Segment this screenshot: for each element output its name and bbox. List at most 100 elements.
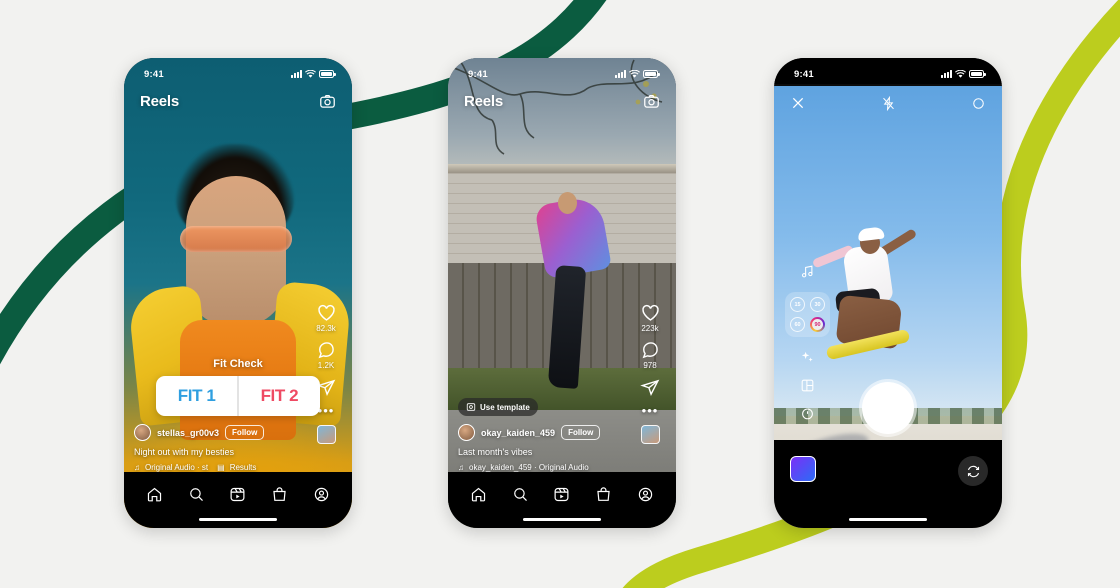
user-avatar[interactable] bbox=[458, 424, 475, 441]
page-title: Reels bbox=[140, 92, 180, 110]
battery-icon bbox=[969, 70, 986, 78]
music-note-icon: ♫ bbox=[134, 463, 140, 472]
shop-icon[interactable] bbox=[595, 486, 612, 503]
follow-button[interactable]: Follow bbox=[225, 425, 265, 440]
wifi-icon bbox=[629, 69, 640, 78]
audio-label: okay_kaiden_459 · Original Audio bbox=[469, 463, 589, 472]
search-icon[interactable] bbox=[188, 486, 205, 503]
duration-90-label: 90 bbox=[811, 318, 824, 331]
audio-thumbnail[interactable] bbox=[316, 425, 336, 444]
status-time: 9:41 bbox=[468, 68, 488, 80]
status-indicators bbox=[941, 69, 986, 79]
close-x-icon[interactable] bbox=[790, 95, 806, 111]
camera-icon[interactable] bbox=[319, 93, 336, 110]
comment-count: 1.2K bbox=[317, 361, 335, 370]
camera-tools: 15 30 60 90 bbox=[785, 264, 830, 421]
audio-thumbnail[interactable] bbox=[640, 425, 660, 444]
caption-text: Night out with my besties bbox=[134, 447, 235, 457]
status-indicators bbox=[291, 69, 336, 79]
heart-icon bbox=[317, 304, 335, 321]
phone1-screen: 9:41 Reels Fit Check FIT 1 FIT 2 82.3k 1… bbox=[124, 58, 352, 528]
audio-row[interactable]: ♫ okay_kaiden_459 · Original Audio bbox=[458, 463, 666, 472]
phone-reels-template: 9:41 Reels 223k 978 ••• Use template oka… bbox=[448, 58, 676, 528]
caption-text: Last month's vibes bbox=[458, 447, 533, 457]
duration-30[interactable]: 30 bbox=[810, 297, 825, 312]
results-label[interactable]: Results bbox=[230, 463, 257, 472]
poll-title: Fit Check bbox=[213, 358, 263, 370]
flip-camera-icon bbox=[967, 465, 979, 477]
settings-circle-icon[interactable] bbox=[971, 96, 986, 111]
duration-15[interactable]: 15 bbox=[790, 297, 805, 312]
more-dots-icon[interactable]: ••• bbox=[318, 404, 335, 417]
share-paperplane-icon bbox=[640, 379, 660, 396]
flip-camera-button[interactable] bbox=[958, 456, 988, 486]
more-dots-icon[interactable]: ••• bbox=[642, 404, 659, 417]
wifi-icon bbox=[305, 69, 316, 78]
home-icon[interactable] bbox=[470, 486, 487, 503]
results-icon: ▤ bbox=[217, 463, 225, 472]
reels-icon[interactable] bbox=[553, 486, 570, 503]
profile-icon[interactable] bbox=[313, 486, 330, 503]
screenshot-stage: 9:41 Reels Fit Check FIT 1 FIT 2 82.3k 1… bbox=[0, 0, 1120, 588]
status-bar: 9:41 bbox=[448, 58, 676, 84]
username[interactable]: stellas_gr00v3 bbox=[157, 428, 219, 438]
reels-header: Reels bbox=[124, 84, 352, 118]
skater-cap bbox=[857, 226, 885, 242]
shop-icon[interactable] bbox=[271, 486, 288, 503]
like-action[interactable]: 223k bbox=[640, 302, 661, 333]
cellular-bars-icon bbox=[941, 70, 952, 78]
reels-header: Reels bbox=[448, 84, 676, 118]
camera-icon[interactable] bbox=[643, 93, 660, 110]
comment-icon bbox=[318, 342, 334, 359]
like-action[interactable]: 82.3k bbox=[316, 302, 337, 333]
status-bar: 9:41 bbox=[124, 58, 352, 84]
share-action[interactable] bbox=[640, 377, 660, 397]
cellular-bars-icon bbox=[291, 70, 302, 78]
status-indicators bbox=[615, 69, 660, 79]
template-icon bbox=[466, 403, 476, 411]
status-time: 9:41 bbox=[144, 68, 164, 80]
home-indicator bbox=[199, 517, 277, 521]
comment-action[interactable]: 978 bbox=[640, 340, 660, 370]
poll-option-1[interactable]: FIT 1 bbox=[156, 376, 237, 416]
poll-options: FIT 1 FIT 2 bbox=[156, 376, 320, 416]
heart-icon bbox=[641, 304, 659, 321]
capture-button[interactable] bbox=[862, 382, 914, 434]
home-indicator bbox=[849, 517, 927, 521]
phone-reels-poll: 9:41 Reels Fit Check FIT 1 FIT 2 82.3k 1… bbox=[124, 58, 352, 528]
duration-90-active[interactable]: 90 bbox=[810, 317, 825, 332]
wifi-icon bbox=[955, 69, 966, 78]
home-icon[interactable] bbox=[146, 486, 163, 503]
user-avatar[interactable] bbox=[134, 424, 151, 441]
music-note-icon: ♫ bbox=[458, 463, 464, 472]
battery-icon bbox=[319, 70, 336, 78]
layout-grid-icon[interactable] bbox=[800, 378, 815, 393]
cellular-bars-icon bbox=[615, 70, 626, 78]
home-indicator bbox=[523, 517, 601, 521]
music-note-icon[interactable] bbox=[800, 264, 815, 279]
profile-icon[interactable] bbox=[637, 486, 654, 503]
audio-row[interactable]: ♫ Original Audio · st ▤ Results bbox=[134, 463, 342, 472]
page-title: Reels bbox=[464, 92, 504, 110]
username[interactable]: okay_kaiden_459 bbox=[481, 428, 555, 438]
use-template-label: Use template bbox=[480, 402, 530, 412]
battery-icon bbox=[643, 70, 660, 78]
audio-label: Original Audio · st bbox=[145, 463, 209, 472]
scene-roof bbox=[448, 164, 676, 173]
poll-sticker: Fit Check FIT 1 FIT 2 bbox=[156, 358, 320, 416]
gallery-thumbnail[interactable] bbox=[790, 456, 816, 482]
subject-sunglasses bbox=[180, 226, 292, 252]
poll-option-2[interactable]: FIT 2 bbox=[239, 376, 320, 416]
sparkle-effects-icon[interactable] bbox=[800, 350, 815, 365]
timer-icon[interactable] bbox=[800, 406, 815, 421]
subject-head bbox=[558, 192, 577, 214]
like-count: 223k bbox=[641, 324, 659, 333]
flash-off-icon[interactable] bbox=[881, 95, 896, 111]
duration-60[interactable]: 60 bbox=[790, 317, 805, 332]
search-icon[interactable] bbox=[512, 486, 529, 503]
duration-selector[interactable]: 15 30 60 90 bbox=[785, 292, 830, 337]
reels-icon[interactable] bbox=[229, 486, 246, 503]
use-template-button[interactable]: Use template bbox=[458, 398, 538, 416]
follow-button[interactable]: Follow bbox=[561, 425, 601, 440]
status-time: 9:41 bbox=[794, 68, 814, 80]
